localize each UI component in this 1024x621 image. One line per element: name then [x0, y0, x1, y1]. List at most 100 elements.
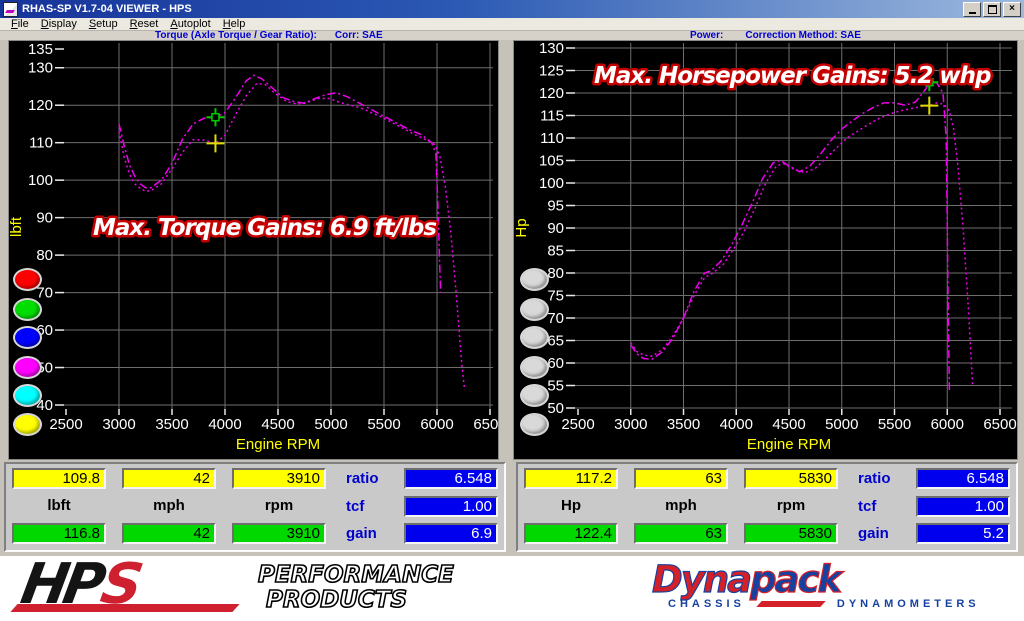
svg-text:4000: 4000	[208, 416, 241, 433]
torque-cursor-value: 109.8	[12, 468, 106, 489]
svg-text:lbft: lbft	[9, 216, 25, 237]
tcf-label: tcf	[346, 496, 400, 517]
header-strip: Torque (Axle Torque / Gear Ratio): Corr:…	[0, 31, 1024, 40]
svg-text:90: 90	[36, 210, 53, 227]
title-bar[interactable]: RHAS-SP V1.7-04 VIEWER - HPS ×	[0, 0, 1024, 18]
power-cursor-value: 117.2	[524, 468, 618, 489]
menu-setup[interactable]: Setup	[83, 18, 124, 30]
run-color-button[interactable]	[520, 298, 549, 321]
minimize-button[interactable]	[963, 2, 981, 17]
rpm-cursor2-value: 5830	[744, 523, 838, 544]
speed-cursor-value: 63	[634, 468, 728, 489]
svg-text:70: 70	[36, 285, 53, 302]
svg-text:130: 130	[28, 60, 53, 77]
svg-text:Hp: Hp	[514, 218, 530, 237]
menu-autoplot[interactable]: Autoplot	[164, 18, 216, 30]
svg-text:5500: 5500	[878, 416, 911, 433]
run-color-button[interactable]	[13, 298, 42, 321]
menu-display[interactable]: Display	[35, 18, 83, 30]
svg-text:135: 135	[28, 41, 53, 58]
dynapack-dynamometers-text: DYNAMOMETERS	[837, 598, 980, 610]
rpm-unit-label: rpm	[744, 497, 838, 514]
restore-button[interactable]	[983, 2, 1001, 17]
svg-text:60: 60	[547, 355, 564, 372]
run-color-button[interactable]	[13, 384, 42, 407]
menu-help[interactable]: Help	[217, 18, 252, 30]
run-color-button[interactable]	[13, 268, 42, 291]
rpm-unit-label: rpm	[232, 497, 326, 514]
svg-text:120: 120	[28, 97, 53, 114]
svg-text:3500: 3500	[667, 416, 700, 433]
power-chart[interactable]: 1301251201151101051009590858075706560555…	[514, 41, 1017, 459]
gain-label: gain	[858, 523, 912, 544]
svg-text:130: 130	[539, 41, 564, 57]
gain-value: 6.9	[404, 523, 498, 544]
run-color-button[interactable]	[520, 413, 549, 436]
minimize-icon	[969, 12, 976, 14]
speed-cursor2-value: 63	[634, 523, 728, 544]
dynapack-logo-dyna: Dyna	[652, 558, 750, 601]
logo-strip: HPS PERFORMANCE PRODUCTS Dynapack CHASSI…	[0, 556, 1024, 621]
speed-cursor2-value: 42	[122, 523, 216, 544]
svg-text:80: 80	[547, 265, 564, 282]
svg-text:85: 85	[547, 243, 564, 260]
speed-cursor-value: 42	[122, 468, 216, 489]
restore-icon	[988, 5, 997, 14]
torque-chart-title: Torque (Axle Torque / Gear Ratio):	[155, 31, 317, 40]
menu-file[interactable]: File	[5, 18, 35, 30]
svg-text:125: 125	[539, 63, 564, 80]
svg-text:5000: 5000	[825, 416, 858, 433]
gain-label: gain	[346, 523, 400, 544]
dynapack-chassis-text: CHASSIS	[668, 598, 745, 610]
svg-text:2500: 2500	[49, 416, 82, 433]
svg-text:2500: 2500	[561, 416, 594, 433]
svg-text:90: 90	[547, 220, 564, 237]
run-color-button[interactable]	[13, 413, 42, 436]
run-color-button[interactable]	[520, 356, 549, 379]
dynapack-swoosh	[756, 601, 825, 607]
svg-text:Max. Horsepower Gains: 5.2 wh: Max. Horsepower Gains: 5.2 whp	[594, 63, 991, 89]
run-color-button[interactable]	[520, 326, 549, 349]
hps-logo-hp: HP	[16, 552, 105, 617]
app-icon	[3, 2, 18, 17]
ratio-value: 6.548	[404, 468, 498, 489]
rpm-cursor-value: 5830	[744, 468, 838, 489]
torque-unit-label: lbft	[12, 497, 106, 514]
run-color-button[interactable]	[13, 326, 42, 349]
tcf-value: 1.00	[404, 496, 498, 517]
svg-text:110: 110	[29, 135, 53, 152]
svg-text:120: 120	[539, 85, 564, 102]
torque-chart[interactable]: 1351301201101009080706050402500300035004…	[9, 41, 498, 459]
run-color-button[interactable]	[520, 384, 549, 407]
svg-text:110: 110	[540, 130, 564, 147]
svg-text:105: 105	[539, 153, 564, 170]
menu-reset[interactable]: Reset	[124, 18, 165, 30]
speed-unit-label: mph	[122, 497, 216, 514]
svg-text:75: 75	[547, 288, 564, 305]
run-color-button[interactable]	[520, 268, 549, 291]
svg-text:4500: 4500	[772, 416, 805, 433]
power-readout-panel: 117.2 Hp 122.4 63 mph 63 5830 rpm 5830 r…	[516, 462, 1018, 552]
close-button[interactable]: ×	[1003, 2, 1021, 17]
svg-text:70: 70	[547, 310, 564, 327]
svg-text:3000: 3000	[102, 416, 135, 433]
torque-correction-label: Corr: SAE	[335, 31, 383, 40]
svg-text:115: 115	[540, 108, 564, 125]
power-unit-label: Hp	[524, 497, 618, 514]
tcf-value: 1.00	[916, 496, 1010, 517]
power-correction-label: Correction Method: SAE	[745, 31, 861, 40]
svg-text:Max. Torque Gains: 6.9 ft/lbs: Max. Torque Gains: 6.9 ft/lbs	[93, 215, 436, 241]
rpm-cursor-value: 3910	[232, 468, 326, 489]
svg-text:6000: 6000	[420, 416, 453, 433]
close-icon: ×	[1009, 4, 1015, 14]
rpm-cursor2-value: 3910	[232, 523, 326, 544]
gain-value: 5.2	[916, 523, 1010, 544]
torque-readout-panel: 109.8 lbft 116.8 42 mph 42 3910 rpm 3910…	[4, 462, 506, 552]
ratio-label: ratio	[858, 468, 912, 489]
svg-text:Engine RPM: Engine RPM	[747, 436, 831, 453]
svg-text:4000: 4000	[720, 416, 753, 433]
run-color-button[interactable]	[13, 356, 42, 379]
hps-products-text: PRODUCTS	[266, 587, 407, 613]
speed-unit-label: mph	[634, 497, 728, 514]
svg-text:65: 65	[547, 333, 564, 350]
